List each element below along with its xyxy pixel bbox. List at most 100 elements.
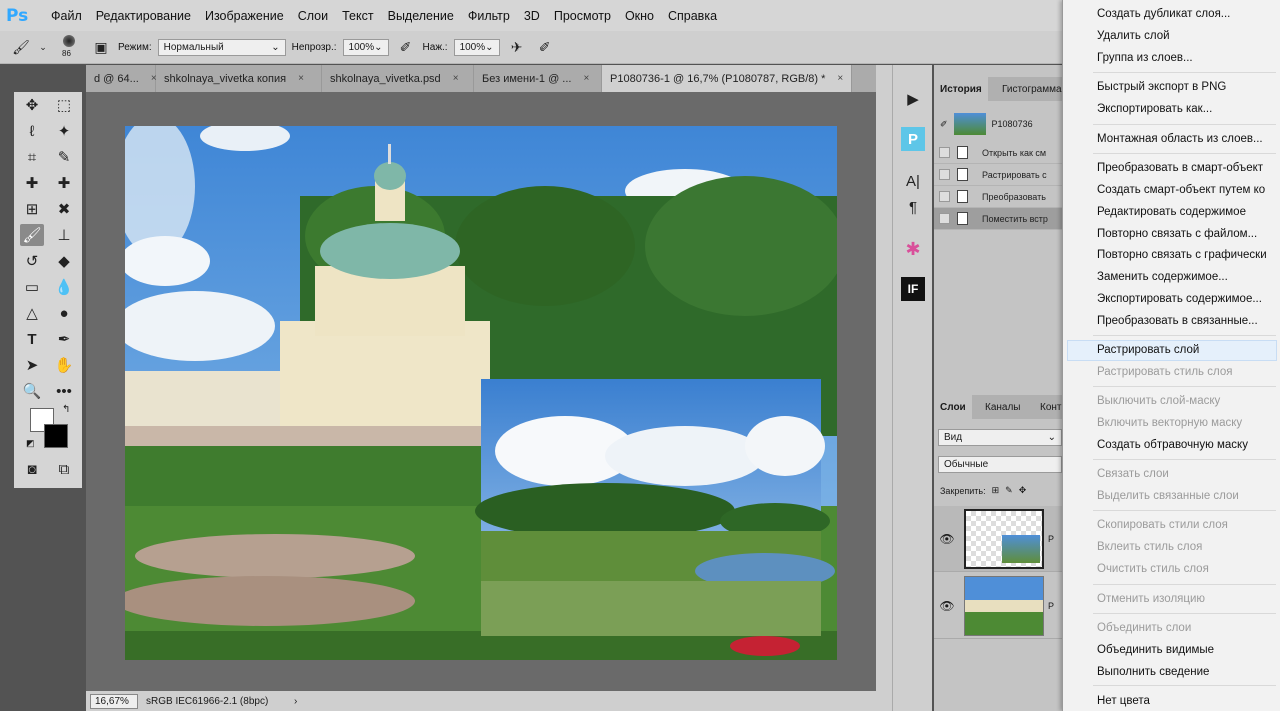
stamp-tool-icon[interactable]: ⊥ <box>52 224 76 246</box>
pen-tool-icon[interactable]: ✒ <box>52 328 76 350</box>
context-menu-item[interactable]: Удалить слой <box>1097 30 1170 42</box>
swap-colors-icon[interactable]: ↰ <box>62 404 70 415</box>
plugin-icon[interactable]: IF <box>901 277 925 301</box>
context-menu-item[interactable]: Растрировать слой <box>1097 344 1199 356</box>
blend-mode-select[interactable]: Обычные <box>938 456 1062 473</box>
eye-icon[interactable]: 👁 <box>937 599 957 613</box>
background-color-swatch[interactable] <box>44 424 68 448</box>
crop-tool-icon[interactable]: ⌗ <box>20 146 44 168</box>
context-menu-item[interactable]: Экспортировать как... <box>1097 103 1212 115</box>
airbrush-icon[interactable]: ✈ <box>506 36 528 58</box>
document-canvas[interactable] <box>125 126 837 660</box>
zoom-tool-icon[interactable]: 🔍 <box>20 380 44 402</box>
tab-paths[interactable]: Конт <box>1034 395 1062 419</box>
checkbox[interactable] <box>939 191 950 202</box>
color-wheel-icon[interactable]: ✱ <box>901 237 925 261</box>
checkbox[interactable] <box>939 213 950 224</box>
paragraph-style-icon[interactable]: P <box>901 127 925 151</box>
history-state[interactable]: Открыть как см <box>934 142 1062 164</box>
doc-tab-active[interactable]: P1080736-1 @ 16,7% (P1080787, RGB/8) * × <box>602 65 852 92</box>
brush-size-picker[interactable]: 86 <box>54 32 84 62</box>
dodge-tool-icon[interactable]: ● <box>52 302 76 324</box>
checkbox[interactable] <box>939 147 950 158</box>
menu-image[interactable]: Изображение <box>198 9 291 23</box>
layer-row[interactable]: 👁 P <box>934 506 1062 572</box>
lasso-tool-icon[interactable]: ℓ <box>20 120 44 142</box>
quick-mask-icon[interactable]: ◙ <box>20 458 44 480</box>
context-menu-item[interactable]: Выполнить сведение <box>1097 666 1209 678</box>
chevron-down-icon[interactable]: ⌄ <box>38 36 48 58</box>
doc-tab[interactable]: shkolnaya_vivetka.psd × <box>322 65 474 92</box>
context-menu-item[interactable]: Создать дубликат слоя... <box>1097 8 1230 20</box>
context-menu-item[interactable]: Экспортировать содержимое... <box>1097 293 1262 305</box>
layer-row[interactable]: 👁 P <box>934 573 1062 639</box>
red-eye-icon[interactable]: ✖ <box>52 198 76 220</box>
doc-tab[interactable]: d @ 64... × <box>86 65 157 92</box>
path-select-icon[interactable]: ➤ <box>20 354 44 376</box>
character-panel-icon[interactable]: A| <box>901 169 925 193</box>
default-colors-icon[interactable]: ◩ <box>26 438 35 449</box>
context-menu-item[interactable]: Повторно связать с файлом... <box>1097 228 1257 240</box>
tab-channels[interactable]: Каналы <box>979 395 1027 419</box>
menu-3d[interactable]: 3D <box>517 9 547 23</box>
lock-pixels-icon[interactable]: ⊞ <box>992 485 1000 496</box>
content-move-icon[interactable]: ⊞ <box>20 198 44 220</box>
mode-select[interactable]: Нормальный ⌄ <box>157 38 286 56</box>
gradient-icon[interactable]: ▭ <box>20 276 44 298</box>
checkbox[interactable] <box>939 169 950 180</box>
menu-filter[interactable]: Фильтр <box>461 9 517 23</box>
context-menu-item[interactable]: Преобразовать в связанные... <box>1097 315 1258 327</box>
zoom-field[interactable]: 16,67% <box>90 693 138 709</box>
doc-tab[interactable]: shkolnaya_vivetka копия × <box>156 65 322 92</box>
blur-tool-icon[interactable]: 💧 <box>52 276 76 298</box>
menu-view[interactable]: Просмотр <box>547 9 618 23</box>
hand-tool-icon[interactable]: ✋ <box>52 354 76 376</box>
healing-brush-icon[interactable]: ✚ <box>20 172 44 194</box>
context-menu-item[interactable]: Быстрый экспорт в PNG <box>1097 81 1226 93</box>
lock-paint-icon[interactable]: ✎ <box>1005 485 1013 496</box>
history-brush-icon[interactable]: ↺ <box>20 250 44 272</box>
history-state-current[interactable]: Поместить встр <box>934 208 1062 230</box>
menu-edit[interactable]: Редактирование <box>89 9 198 23</box>
history-snapshot[interactable]: ✐ P1080736 <box>934 111 1062 137</box>
patch-tool-icon[interactable]: ✚ <box>52 172 76 194</box>
eyedropper-icon[interactable]: ✎ <box>52 146 76 168</box>
magic-wand-icon[interactable]: ✦ <box>52 120 76 142</box>
paragraph-icon[interactable]: ¶ <box>901 195 925 219</box>
brush-panel-icon[interactable]: ▣ <box>90 36 112 58</box>
context-menu-item[interactable]: Редактировать содержимое <box>1097 206 1246 218</box>
eraser-icon[interactable]: ◆ <box>52 250 76 272</box>
pressure-opacity-icon[interactable]: ✐ <box>395 36 417 58</box>
move-tool-icon[interactable]: ✥ <box>20 94 44 116</box>
more-tools-icon[interactable]: ••• <box>52 380 76 402</box>
context-menu-item[interactable]: Монтажная область из слоев... <box>1097 133 1263 145</box>
context-menu-item[interactable]: Нет цвета <box>1097 695 1150 707</box>
context-menu-item[interactable]: Повторно связать с графически <box>1097 249 1267 261</box>
brush-tool-icon[interactable]: 🖌 <box>20 224 44 246</box>
history-state[interactable]: Растрировать с <box>934 164 1062 186</box>
tab-histogram[interactable]: Гистограмма <box>996 77 1062 101</box>
play-icon[interactable]: ▶ <box>901 87 925 111</box>
context-menu-item[interactable]: Заменить содержимое... <box>1097 271 1228 283</box>
close-icon[interactable]: × <box>298 73 304 84</box>
history-state[interactable]: Преобразовать <box>934 186 1062 208</box>
opacity-input[interactable]: 100% ⌄ <box>342 38 389 56</box>
pressure-input[interactable]: 100% ⌄ <box>453 38 500 56</box>
canvas-area[interactable] <box>86 92 876 691</box>
screen-mode-icon[interactable]: ⧉ <box>52 458 76 480</box>
tab-history[interactable]: История <box>934 77 988 101</box>
lock-position-icon[interactable]: ✥ <box>1019 485 1027 496</box>
menu-help[interactable]: Справка <box>661 9 724 23</box>
menu-window[interactable]: Окно <box>618 9 661 23</box>
context-menu-item[interactable]: Создать смарт-объект путем ко <box>1097 184 1265 196</box>
menu-layers[interactable]: Слои <box>291 9 335 23</box>
menu-select[interactable]: Выделение <box>381 9 461 23</box>
close-icon[interactable]: × <box>583 73 589 84</box>
marquee-tool-icon[interactable]: ⬚ <box>52 94 76 116</box>
menu-type[interactable]: Текст <box>335 9 380 23</box>
eye-icon[interactable]: 👁 <box>937 532 957 546</box>
brush-preset-icon[interactable]: 🖌 <box>10 36 32 58</box>
context-menu-item[interactable]: Создать обтравочную маску <box>1097 439 1248 451</box>
close-icon[interactable]: × <box>453 73 459 84</box>
doc-tab[interactable]: Без имени-1 @ ... × <box>474 65 602 92</box>
